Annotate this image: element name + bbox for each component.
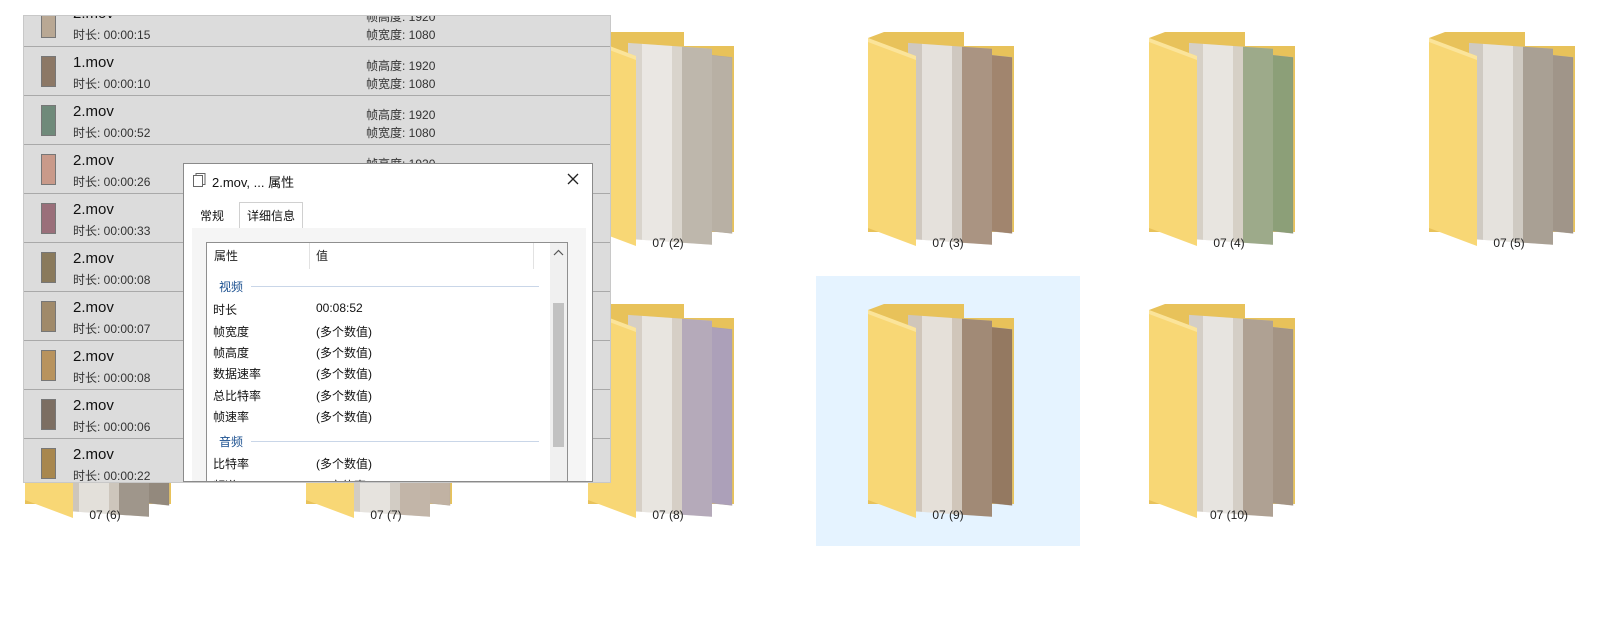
video-thumbnail	[41, 16, 56, 38]
property-listbox[interactable]: 属性 值 视频 时长 00:08:52 帧宽度 (多个数值) 帧高度 (多个数值) 数据速率…	[206, 242, 568, 481]
frame-height: 帧高度: 1920	[366, 16, 436, 24]
property-value[interactable]: 00:08:52	[316, 301, 363, 315]
video-thumbnail	[41, 301, 56, 332]
chevron-up-icon[interactable]	[553, 249, 564, 256]
folder-icon	[588, 304, 734, 518]
folder-label: 07 (7)	[370, 508, 402, 522]
folder-icon	[1429, 32, 1575, 246]
video-thumbnail	[41, 56, 56, 87]
property-value[interactable]: (多个数值)	[316, 387, 372, 404]
video-thumbnail	[41, 252, 56, 283]
vertical-scrollbar[interactable]	[550, 243, 567, 481]
property-value[interactable]: (多个数值)	[316, 455, 372, 472]
file-duration: 时长: 00:00:15	[73, 28, 151, 42]
folder-label: 07 (5)	[1493, 236, 1525, 250]
property-value[interactable]: (多个数值)	[316, 365, 372, 382]
property-key: 数据速率	[213, 367, 262, 381]
file-name: 2.mov	[73, 397, 114, 414]
file-name: 2.mov	[73, 299, 114, 316]
tab-details[interactable]: 详细信息	[239, 202, 304, 230]
property-value[interactable]: (多个数值)	[316, 408, 372, 425]
video-thumbnail	[41, 154, 56, 185]
property-key: 帧速率	[213, 410, 250, 424]
file-duration: 时长: 00:00:10	[73, 77, 151, 91]
tab-details-panel: 属性 值 视频 时长 00:08:52 帧宽度 (多个数值) 帧高度 (多个数值) 数据速率…	[192, 228, 586, 481]
file-row[interactable]: 1.mov 时长: 00:00:10 帧高度: 1920 帧宽度: 1080	[24, 48, 610, 96]
file-name: 2.mov	[73, 446, 114, 463]
property-value[interactable]: (多个数值)	[316, 344, 372, 361]
folder-label: 07 (8)	[652, 508, 684, 522]
file-duration: 时长: 00:00:33	[73, 224, 151, 238]
close-icon	[567, 173, 579, 185]
file-name: 2.mov	[73, 103, 114, 120]
tab-general[interactable]: 常规	[192, 204, 232, 229]
file-duration: 时长: 00:00:26	[73, 175, 151, 189]
folder-item[interactable]: 07 (5)	[1377, 4, 1607, 274]
property-key: 比特率	[213, 457, 250, 471]
video-thumbnail	[41, 203, 56, 234]
property-value[interactable]: 2 (立体声)	[316, 477, 370, 481]
scrollbar-thumb[interactable]	[553, 303, 564, 447]
file-duration: 时长: 00:00:22	[73, 469, 151, 482]
frame-width: 帧宽度: 1080	[366, 77, 436, 91]
folder-label: 07 (6)	[89, 508, 121, 522]
frame-width: 帧宽度: 1080	[366, 126, 436, 140]
group-header-audio: 音频	[219, 435, 244, 449]
group-header-video: 视频	[219, 280, 244, 294]
video-thumbnail	[41, 399, 56, 430]
column-header-value[interactable]: 值	[310, 243, 534, 269]
folder-label: 07 (9)	[932, 508, 964, 522]
folder-icon	[1149, 304, 1295, 518]
property-key: 时长	[213, 303, 238, 317]
file-name: 2.mov	[73, 250, 114, 267]
close-button[interactable]	[562, 168, 584, 190]
property-key: 频道	[213, 477, 237, 481]
tab-strip: 常规 详细信息	[192, 202, 586, 230]
video-thumbnail	[41, 448, 56, 479]
video-thumbnail	[41, 350, 56, 381]
folder-item[interactable]: 07 (4)	[1097, 4, 1361, 274]
folder-item[interactable]: 07 (10)	[1097, 276, 1361, 546]
group-divider	[251, 441, 539, 442]
property-key: 帧高度	[213, 346, 250, 360]
file-duration: 时长: 00:00:07	[73, 322, 151, 336]
dialog-title: 2.mov, ... 属性	[212, 175, 295, 190]
file-name: 2.mov	[73, 348, 114, 365]
frame-height: 帧高度: 1920	[366, 59, 436, 73]
folder-item[interactable]: 07 (9)	[816, 276, 1080, 546]
folder-icon	[868, 32, 1014, 246]
property-key: 帧宽度	[213, 325, 250, 339]
folder-label: 07 (3)	[932, 236, 964, 250]
file-duration: 时长: 00:00:08	[73, 273, 151, 287]
properties-dialog: 2.mov, ... 属性 常规 详细信息 属性 值 视频 时长 00:08:52…	[183, 163, 593, 482]
property-key: 总比特率	[213, 389, 262, 403]
file-name: 2.mov	[73, 16, 114, 22]
folder-icon	[1149, 32, 1295, 246]
folder-label: 07 (4)	[1213, 236, 1245, 250]
file-row[interactable]: 2.mov 时长: 00:00:52 帧高度: 1920 帧宽度: 1080	[24, 97, 610, 145]
column-header-property[interactable]: 属性	[207, 243, 310, 269]
folder-item[interactable]: 07 (3)	[816, 4, 1080, 274]
file-row[interactable]: 2.mov 时长: 00:00:15 帧高度: 1920 帧宽度: 1080	[24, 16, 610, 47]
frame-height: 帧高度: 1920	[366, 108, 436, 122]
file-name: 2.mov	[73, 201, 114, 218]
file-icon	[193, 173, 206, 187]
folder-icon	[868, 304, 1014, 518]
video-thumbnail	[41, 105, 56, 136]
folder-icon	[588, 32, 734, 246]
file-duration: 时长: 00:00:08	[73, 371, 151, 385]
folder-label: 07 (10)	[1209, 508, 1249, 522]
file-name: 1.mov	[73, 54, 114, 71]
file-name: 2.mov	[73, 152, 114, 169]
frame-width: 帧宽度: 1080	[366, 28, 436, 42]
file-duration: 时长: 00:00:06	[73, 420, 151, 434]
file-duration: 时长: 00:00:52	[73, 126, 151, 140]
property-value[interactable]: (多个数值)	[316, 323, 372, 340]
group-divider	[251, 286, 539, 287]
